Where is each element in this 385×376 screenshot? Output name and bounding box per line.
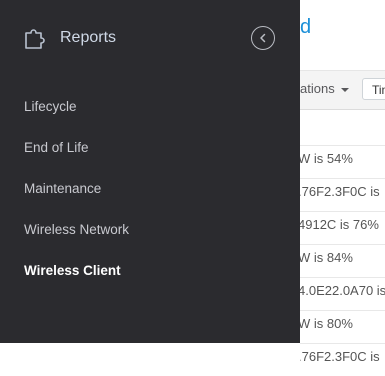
locations-dropdown[interactable]: ations: [300, 78, 349, 100]
time-filter-button[interactable]: Tin: [362, 78, 385, 100]
list-item[interactable]: .76F2.3F0C is: [300, 343, 385, 376]
nav-item-lifecycle[interactable]: Lifecycle: [0, 86, 300, 127]
reports-nav: Lifecycle End of Life Maintenance Wirele…: [0, 86, 300, 291]
list-item-text: .76F2.3F0C is: [300, 349, 380, 364]
list-item-text: W is 54%: [300, 151, 353, 166]
puzzle-icon: [24, 26, 46, 50]
nav-item-maintenance[interactable]: Maintenance: [0, 168, 300, 209]
list-item[interactable]: W is 84%: [300, 244, 385, 277]
list-item[interactable]: 4912C is 76%: [300, 211, 385, 244]
drawer-header: Reports: [0, 0, 300, 76]
list-item[interactable]: W is 80%: [300, 310, 385, 343]
reports-drawer: Reports Lifecycle End of Life Maintenanc…: [0, 0, 300, 343]
list-item-text: .76F2.3F0C is: [300, 184, 380, 199]
caret-down-icon: [340, 87, 349, 92]
drawer-title: Reports: [60, 29, 117, 46]
list-item[interactable]: 4.0E22.0A70 is: [300, 277, 385, 310]
list-item-text: W is 84%: [300, 250, 353, 265]
nav-item-wireless-client[interactable]: Wireless Client: [0, 250, 300, 291]
list-item[interactable]: W is 54%: [300, 145, 385, 178]
list-item-text: 4.0E22.0A70 is: [300, 283, 385, 298]
nav-item-wireless-network[interactable]: Wireless Network: [0, 209, 300, 250]
list-item-text: 4912C is 76%: [300, 217, 379, 232]
locations-dropdown-label: ations: [300, 81, 335, 96]
collapse-drawer-button[interactable]: [251, 26, 275, 50]
chevron-left-icon: [260, 33, 266, 43]
page-title-fragment: d: [300, 16, 312, 38]
nav-item-end-of-life[interactable]: End of Life: [0, 127, 300, 168]
list-item[interactable]: .76F2.3F0C is: [300, 178, 385, 211]
report-list: W is 54% .76F2.3F0C is 4912C is 76% W is…: [300, 145, 385, 376]
list-item-text: W is 80%: [300, 316, 353, 331]
